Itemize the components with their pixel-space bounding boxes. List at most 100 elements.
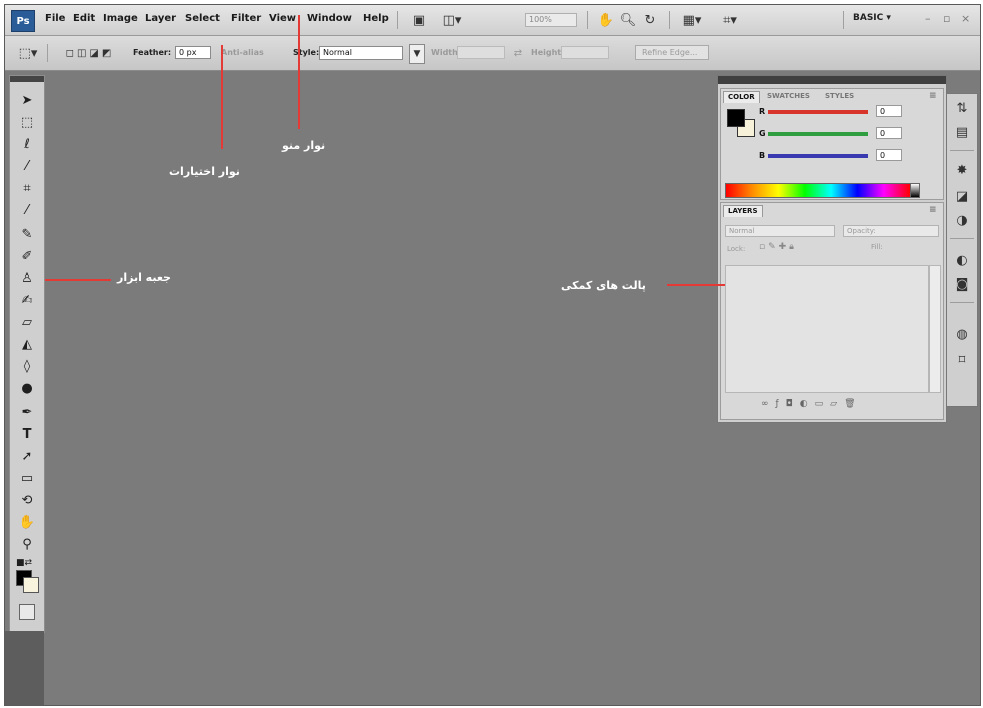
path-selection-tool-icon[interactable]: ➚ <box>17 448 37 466</box>
lasso-tool-icon[interactable]: ℓ <box>17 136 37 154</box>
tab-styles[interactable]: STYLES <box>821 91 858 102</box>
panel-menu-icon[interactable]: ≡ <box>925 91 941 102</box>
type-tool-icon[interactable]: T <box>17 426 37 444</box>
clone-stamp-tool-icon[interactable]: ♙ <box>17 270 37 288</box>
gradient-tool-icon[interactable]: ◭ <box>17 336 37 354</box>
blue-channel-slider[interactable] <box>768 154 868 158</box>
toolbox-dock-strip <box>5 631 44 705</box>
height-label: Height: <box>531 48 565 57</box>
annotation-arrow-toolbox <box>45 279 111 281</box>
screen-mode-icon[interactable]: ◫▾ <box>437 11 467 29</box>
dodge-tool-icon[interactable]: ● <box>17 380 37 398</box>
shape-tool-icon[interactable]: ▭ <box>17 470 37 488</box>
swap-dimensions-icon: ⇄ <box>513 47 523 59</box>
label-panels: پالت های کمکی <box>561 279 646 292</box>
selection-mode-icons[interactable]: ◻◫◪◩ <box>55 44 125 62</box>
feather-input[interactable]: 0 px <box>175 46 211 59</box>
zoom-level-field[interactable]: 100% <box>525 13 577 27</box>
pen-tool-icon[interactable]: ✒ <box>17 404 37 422</box>
panels-column: COLOR SWATCHES STYLES ≡ R 0 G 0 B 0 LAYE… <box>717 75 947 423</box>
tab-layers[interactable]: LAYERS <box>723 205 763 217</box>
workspace-switcher[interactable]: BASIC ▾ <box>853 13 891 23</box>
eraser-tool-icon[interactable]: ▱ <box>17 314 37 332</box>
3d-icon[interactable]: ◍ <box>953 326 971 344</box>
foreground-color-swatch[interactable] <box>727 109 745 127</box>
toolbox: ➤ ⬚ ℓ ⁄ ⌗ ⁄ ✎ ✐ ♙ ✍ ▱ ◭ ◊ ● ✒ T ➚ ▭ ⟲ ✋ … <box>9 75 45 633</box>
toolbox-grip[interactable] <box>10 76 44 82</box>
dock-separator <box>950 150 974 151</box>
magic-wand-tool-icon[interactable]: ⁄ <box>17 158 37 176</box>
feather-label: Feather: <box>133 48 172 57</box>
antialias-label[interactable]: Anti-alias <box>221 48 264 57</box>
paths-icon[interactable]: ◙ <box>953 276 971 294</box>
layers-list[interactable] <box>725 265 929 393</box>
layers-scrollbar[interactable] <box>929 265 941 393</box>
menu-help[interactable]: Help <box>363 13 389 24</box>
menu-separator <box>669 11 670 29</box>
width-input <box>457 46 505 59</box>
style-select[interactable]: Normal <box>319 46 403 60</box>
history-brush-tool-icon[interactable]: ✍ <box>17 292 37 310</box>
label-toolbox: جعبه ابزار <box>117 271 171 284</box>
refine-edge-button[interactable]: Refine Edge... <box>635 45 709 60</box>
lock-icons[interactable]: ▫✎✚🔒︎ <box>759 242 797 252</box>
menu-edit[interactable]: Edit <box>73 13 95 24</box>
background-color-swatch[interactable] <box>23 577 39 593</box>
menu-image[interactable]: Image <box>103 13 138 24</box>
color-panel: COLOR SWATCHES STYLES ≡ R 0 G 0 B 0 <box>720 88 944 200</box>
navigator-icon[interactable]: ▤ <box>953 124 971 142</box>
transform-icon[interactable]: ⌑ <box>953 352 971 370</box>
red-channel-value[interactable]: 0 <box>876 105 902 117</box>
blue-channel-value[interactable]: 0 <box>876 149 902 161</box>
tab-color[interactable]: COLOR <box>723 91 760 103</box>
panels-grip[interactable] <box>718 76 946 84</box>
close-icon[interactable]: × <box>961 12 970 25</box>
hand-tool-icon[interactable]: ✋ <box>597 11 615 29</box>
maximize-icon[interactable]: ▫ <box>943 12 950 25</box>
arrange-documents-icon[interactable]: ▦▾ <box>677 11 707 29</box>
menu-filter[interactable]: Filter <box>231 13 261 24</box>
options-bar: ⬚▾ ◻◫◪◩ Feather: 0 px Anti-alias Style: … <box>5 36 980 71</box>
layers-footer-icons[interactable]: ∞ƒ◘◐▭▱🗑︎ <box>761 399 863 409</box>
brush-tool-icon[interactable]: ✐ <box>17 248 37 266</box>
menu-layer[interactable]: Layer <box>145 13 176 24</box>
healing-brush-tool-icon[interactable]: ✎ <box>17 226 37 244</box>
rotate-view-icon[interactable]: ↻ <box>641 11 659 29</box>
marquee-tool-icon[interactable]: ⬚ <box>17 114 37 132</box>
hand-tool-icon[interactable]: ✋ <box>17 514 37 532</box>
eyedropper-tool-icon[interactable]: ⁄ <box>17 202 37 220</box>
zoom-tool-icon[interactable]: ⚲ <box>17 536 37 554</box>
move-tool-icon[interactable]: ➤ <box>17 92 37 110</box>
annotation-arrow-menu <box>298 15 300 129</box>
menu-view[interactable]: View <box>269 13 296 24</box>
color-spectrum-ramp[interactable] <box>725 183 911 198</box>
blend-mode-select[interactable]: Normal <box>725 225 835 237</box>
masks-icon[interactable]: ◪ <box>953 188 971 206</box>
style-label: Style: <box>293 48 320 57</box>
menu-select[interactable]: Select <box>185 13 220 24</box>
3d-rotate-tool-icon[interactable]: ⟲ <box>17 492 37 510</box>
green-channel-slider[interactable] <box>768 132 868 136</box>
history-icon[interactable]: ⇅ <box>953 100 971 118</box>
minimize-icon[interactable]: – <box>925 12 931 25</box>
crop-tool-icon[interactable]: ⌗ <box>17 180 37 198</box>
green-channel-value[interactable]: 0 <box>876 127 902 139</box>
quick-mask-icon[interactable] <box>19 604 35 620</box>
channels-icon[interactable]: ◐ <box>953 252 971 270</box>
blur-tool-icon[interactable]: ◊ <box>17 358 37 376</box>
chevron-down-icon[interactable]: ▼ <box>409 44 425 64</box>
menu-window[interactable]: Window <box>307 13 352 24</box>
red-channel-slider[interactable] <box>768 110 868 114</box>
histogram-icon[interactable]: ◑ <box>953 212 971 230</box>
adjustments-icon[interactable]: ✸ <box>953 162 971 180</box>
panel-menu-icon[interactable]: ≡ <box>925 205 941 216</box>
menu-file[interactable]: File <box>45 13 65 24</box>
zoom-tool-icon[interactable]: 🔍︎ <box>619 11 637 29</box>
tool-preset-icon[interactable]: ⬚▾ <box>15 44 41 62</box>
tab-swatches[interactable]: SWATCHES <box>763 91 814 102</box>
dock-separator <box>950 302 974 303</box>
black-white-ramp[interactable] <box>910 183 920 198</box>
extras-icon[interactable]: ⌗▾ <box>715 11 745 29</box>
opacity-field[interactable]: Opacity: <box>843 225 939 237</box>
bridge-icon[interactable]: ▣ <box>407 11 431 29</box>
